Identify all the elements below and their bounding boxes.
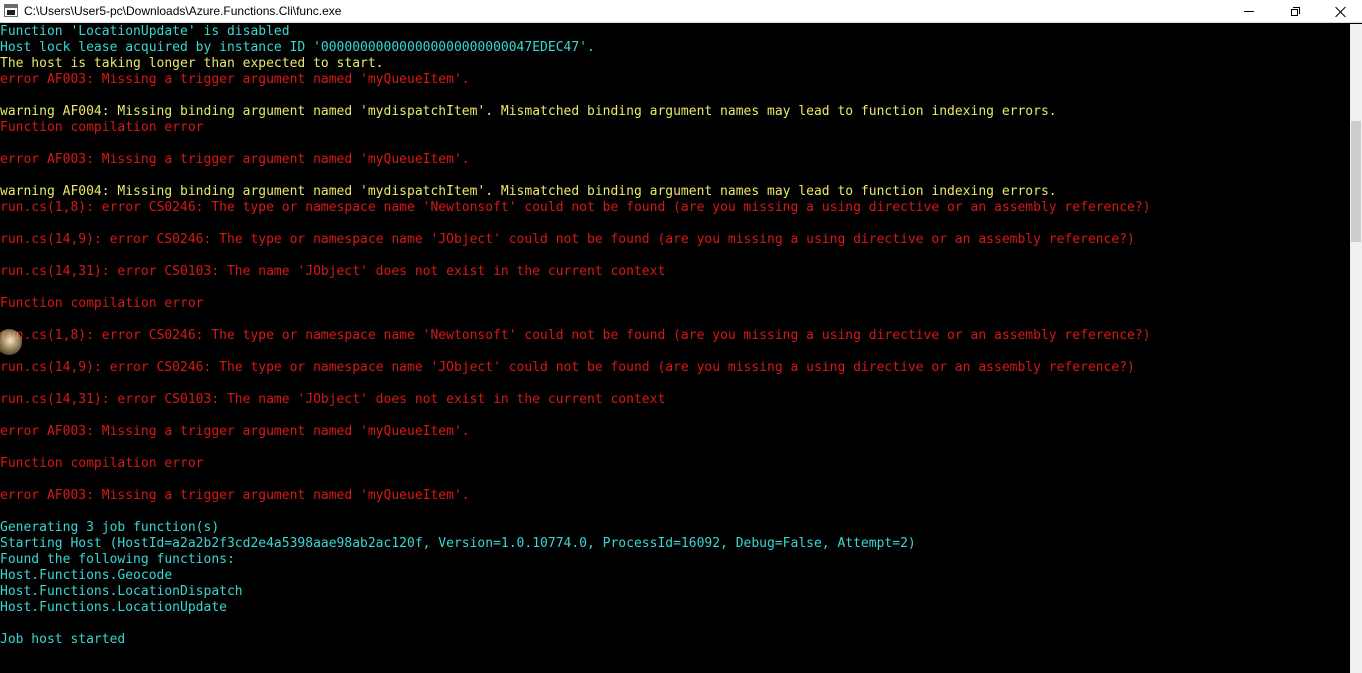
title-bar[interactable]: C:\Users\User5-pc\Downloads\Azure.Functi… [0,0,1362,23]
console-line: run.cs(1,8): error CS0246: The type or n… [0,200,1151,215]
console-line: run.cs(14,31): error CS0103: The name 'J… [0,392,666,407]
console-line: run.cs(14,9): error CS0246: The type or … [0,232,1135,247]
console-line: Function compilation error [0,296,204,311]
console-line: error AF003: Missing a trigger argument … [0,72,470,87]
console-line: Host.Functions.LocationUpdate [0,600,227,615]
console-line: error AF003: Missing a trigger argument … [0,424,470,439]
console-line: Starting Host (HostId=a2a2b2f3cd2e4a5398… [0,536,916,551]
console-line: error AF003: Missing a trigger argument … [0,488,470,503]
console-line: run.cs(14,31): error CS0103: The name 'J… [0,264,666,279]
maximize-button[interactable] [1272,0,1318,23]
console-line: Host.Functions.Geocode [0,568,173,583]
console-line: run.cs(14,9): error CS0246: The type or … [0,360,1135,375]
console-line: Found the following functions: [0,552,235,567]
console-line: Host.Functions.LocationDispatch [0,584,243,599]
console-output[interactable]: Function 'LocationUpdate' is disabled Hos… [0,24,1350,673]
console-line: Function 'LocationUpdate' is disabled [0,24,290,39]
console-line: warning AF004: Missing binding argument … [0,184,1057,199]
console-line: The host is taking longer than expected … [0,56,384,71]
console-line: run.cs(1,8): error CS0246: The type or n… [0,328,1151,343]
console-line: warning AF004: Missing binding argument … [0,104,1057,119]
vertical-scrollbar[interactable] [1350,24,1362,673]
minimize-button[interactable] [1226,0,1272,23]
console-line: Host lock lease acquired by instance ID … [0,40,595,55]
minimize-icon [1244,11,1254,12]
close-icon [1335,6,1347,18]
console-line: error AF003: Missing a trigger argument … [0,152,470,167]
console-line: Job host started [0,632,126,647]
window-title: C:\Users\User5-pc\Downloads\Azure.Functi… [24,4,342,18]
maximize-icon [1290,7,1300,16]
scrollbar-thumb[interactable] [1351,121,1361,242]
console-line: Function compilation error [0,456,204,471]
console-line: Function compilation error [0,120,204,135]
console-window-icon[interactable] [4,4,18,17]
close-button[interactable] [1318,0,1362,23]
console-line: Generating 3 job function(s) [0,520,220,535]
